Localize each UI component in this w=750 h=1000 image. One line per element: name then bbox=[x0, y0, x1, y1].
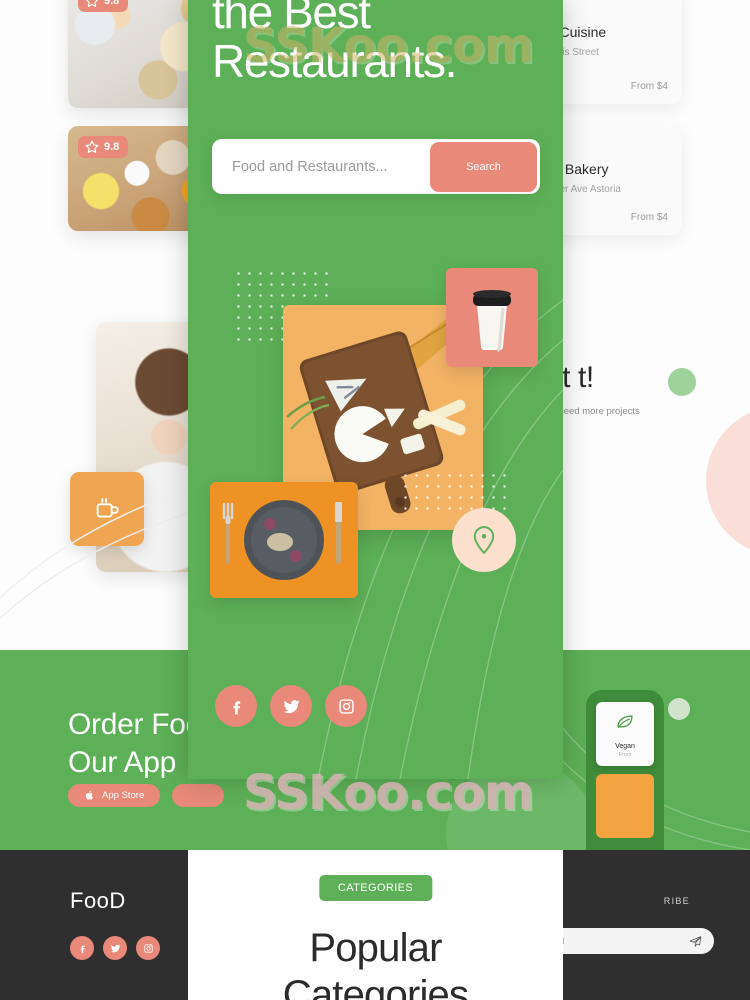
footer-facebook-link[interactable] bbox=[70, 936, 94, 960]
rating-value: 9.8 bbox=[104, 0, 120, 7]
phone-item-price: From bbox=[618, 752, 632, 758]
search-button[interactable]: Search bbox=[430, 141, 537, 192]
app-store-button[interactable]: App Store bbox=[68, 784, 161, 807]
location-pin-icon bbox=[473, 526, 495, 555]
footer-instagram-link[interactable] bbox=[136, 936, 160, 960]
subscribe-heading: RIBE bbox=[663, 896, 690, 906]
hero-search-bar[interactable]: Food and Restaurants... Search bbox=[212, 139, 540, 194]
decor-circle-pink bbox=[706, 406, 750, 556]
instagram-icon bbox=[143, 943, 153, 953]
facebook-icon bbox=[80, 945, 85, 953]
star-icon bbox=[85, 140, 99, 154]
band-heading: Order Foo Our App bbox=[68, 708, 203, 780]
star-icon bbox=[85, 0, 99, 8]
coffee-tile bbox=[446, 268, 538, 367]
coffee-cup-illustration bbox=[473, 290, 511, 353]
send-icon[interactable] bbox=[689, 935, 702, 948]
plate-illustration bbox=[222, 500, 342, 580]
page-root: 9.8 9.8 an Cuisine acilisis Street From … bbox=[0, 0, 750, 1000]
search-input[interactable]: Food and Restaurants... bbox=[232, 159, 430, 175]
store-buttons: App Store bbox=[68, 784, 225, 807]
hero-facebook-link[interactable] bbox=[215, 685, 257, 727]
location-badge[interactable] bbox=[452, 508, 516, 572]
decor-circle-green bbox=[668, 368, 696, 396]
twitter-icon bbox=[110, 944, 120, 952]
play-store-button[interactable] bbox=[172, 784, 225, 807]
rating-value: 9.8 bbox=[104, 141, 120, 153]
phone-menu-card: Vegan From bbox=[596, 702, 654, 766]
categories-section: CATEGORIES Popular Categories bbox=[188, 850, 563, 1000]
hero-panel: the Best Restaurants. Food and Restauran… bbox=[188, 0, 563, 779]
footer-social-links bbox=[70, 936, 160, 960]
hero-headline: the Best Restaurants. bbox=[212, 0, 457, 87]
categories-heading: Popular Categories bbox=[282, 926, 469, 1000]
facebook-icon bbox=[233, 700, 240, 714]
hero-instagram-link[interactable] bbox=[325, 685, 367, 727]
band-decor-dot bbox=[668, 698, 690, 720]
vegan-leaf-icon bbox=[617, 715, 633, 729]
apple-icon bbox=[85, 790, 93, 800]
price-from: From $4 bbox=[630, 212, 668, 223]
app-store-label: App Store bbox=[102, 790, 145, 801]
footer-logo: FooD bbox=[70, 888, 126, 913]
rating-badge: 9.8 bbox=[78, 136, 129, 158]
footer-twitter-link[interactable] bbox=[103, 936, 127, 960]
instagram-icon bbox=[338, 698, 354, 714]
hero-twitter-link[interactable] bbox=[270, 685, 312, 727]
price-from: From $4 bbox=[630, 81, 668, 92]
categories-pill[interactable]: CATEGORIES bbox=[318, 875, 433, 901]
phone-menu-card-2 bbox=[596, 774, 654, 838]
twitter-icon bbox=[283, 699, 300, 713]
plate-tile bbox=[210, 482, 358, 598]
hero-social-links bbox=[215, 685, 367, 727]
phone-item-name: Vegan bbox=[615, 743, 635, 750]
rating-badge: 9.8 bbox=[78, 0, 129, 12]
